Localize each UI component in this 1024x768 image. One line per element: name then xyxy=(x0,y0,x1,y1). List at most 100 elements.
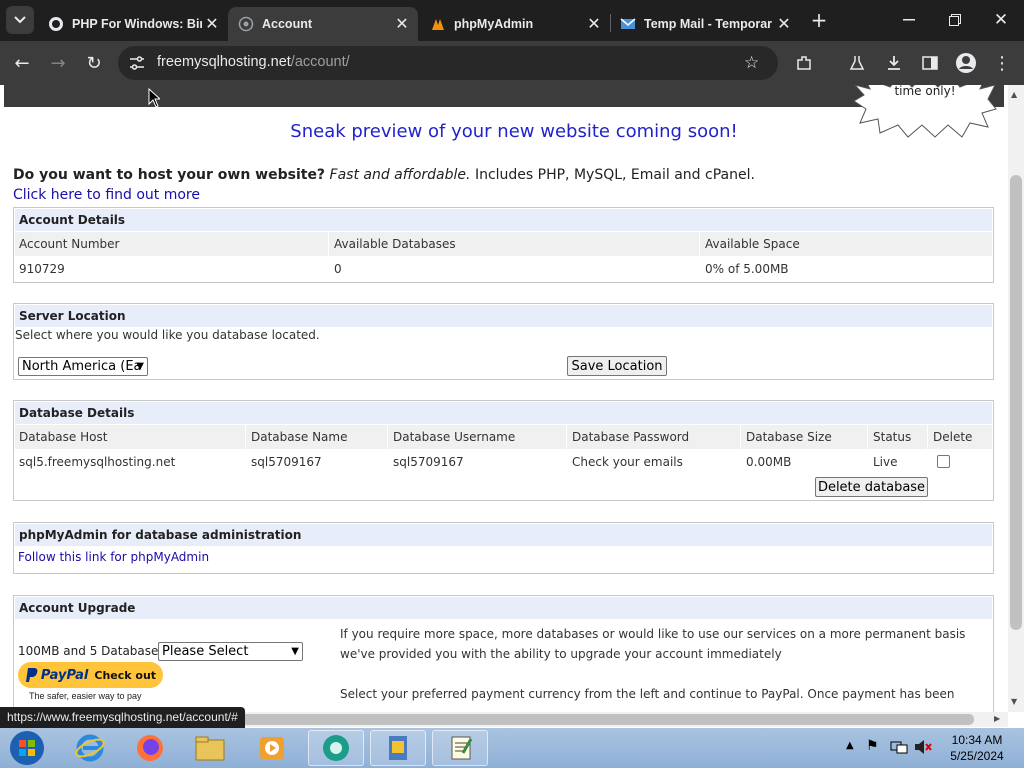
find-out-more-link[interactable]: Click here to find out more xyxy=(13,187,200,203)
tab-account[interactable]: Account ✕ xyxy=(228,7,418,41)
header-database-name: Database Name xyxy=(247,425,388,449)
php-icon xyxy=(48,16,64,32)
header-available-databases: Available Databases xyxy=(330,232,700,256)
upgrade-plan-label: 100MB and 5 Databases xyxy=(18,644,165,658)
bookmark-star-icon[interactable]: ☆ xyxy=(744,53,759,73)
header-database-host: Database Host xyxy=(15,425,246,449)
taskbar-clock[interactable]: 10:34 AM 5/25/2024 xyxy=(940,732,1014,764)
database-name: sql5709167 xyxy=(251,455,322,469)
taskbar-chrome-active[interactable] xyxy=(308,730,364,766)
header-database-password: Database Password xyxy=(568,425,741,449)
tab-temp-mail[interactable]: Temp Mail - Temporar ✕ xyxy=(610,7,800,41)
network-icon[interactable] xyxy=(890,739,908,759)
database-row: sql5.freemysqlhosting.net sql5709167 sql… xyxy=(15,450,992,474)
taskbar-media-player[interactable] xyxy=(244,730,300,766)
clock-date: 5/25/2024 xyxy=(950,749,1004,763)
restore-icon[interactable] xyxy=(941,6,969,34)
taskbar-internet-explorer[interactable] xyxy=(62,730,118,766)
database-details-heading: Database Details xyxy=(15,402,992,424)
delete-database-button[interactable]: Delete database xyxy=(815,477,928,497)
vertical-scroll-thumb[interactable] xyxy=(1010,175,1022,630)
account-upgrade-heading: Account Upgrade xyxy=(15,597,992,619)
chevron-down-icon: ▼ xyxy=(291,646,299,657)
server-location-select[interactable]: North America (Ea ▼ xyxy=(18,357,148,376)
profile-avatar-icon[interactable] xyxy=(952,49,980,77)
upgrade-currency-select[interactable]: Please Select ▼ xyxy=(158,642,303,661)
taskbar-file-explorer[interactable] xyxy=(182,730,238,766)
tab-search-button[interactable] xyxy=(6,6,34,34)
tab-php-for-windows[interactable]: PHP For Windows: Bin ✕ xyxy=(38,7,228,41)
internet-explorer-icon xyxy=(75,734,105,762)
available-databases: 0 xyxy=(334,262,342,276)
back-icon[interactable]: ← xyxy=(8,49,36,77)
close-tab-icon[interactable]: ✕ xyxy=(392,14,412,34)
header-database-username: Database Username xyxy=(389,425,567,449)
windows-logo-icon xyxy=(10,731,44,765)
reload-icon[interactable]: ↻ xyxy=(80,49,108,77)
taskbar-notepad[interactable] xyxy=(432,730,488,766)
start-button[interactable] xyxy=(0,730,54,766)
chevron-down-icon xyxy=(14,16,26,24)
phpmyadmin-icon xyxy=(430,16,446,32)
site-info-icon[interactable] xyxy=(129,55,145,74)
show-hidden-icons[interactable]: ▲ xyxy=(846,740,854,751)
database-size: 0.00MB xyxy=(746,455,792,469)
phpmyadmin-link[interactable]: Follow this link for phpMyAdmin xyxy=(15,547,992,571)
page-viewport: for limited time only! Sneak preview of … xyxy=(0,85,1008,712)
taskbar-firefox[interactable] xyxy=(122,730,178,766)
sneak-preview-heading: Sneak preview of your new website coming… xyxy=(290,121,738,142)
new-tab-icon[interactable]: + xyxy=(805,6,833,34)
address-bar[interactable]: freemysqlhosting.net/account/ ☆ xyxy=(118,46,778,80)
upgrade-select-value: Please Select xyxy=(162,644,249,659)
minimize-icon[interactable] xyxy=(895,6,923,34)
database-password: Check your emails xyxy=(572,455,683,469)
starburst-line-2: time only! xyxy=(894,85,955,98)
tab-phpmyadmin[interactable]: phpMyAdmin ✕ xyxy=(420,7,610,41)
host-question: Do you want to host your own website? xyxy=(13,167,326,183)
url-text[interactable]: freemysqlhosting.net/account/ xyxy=(157,54,350,70)
action-center-flag-icon[interactable]: ⚑ xyxy=(866,738,879,754)
close-tab-icon[interactable]: ✕ xyxy=(774,14,794,34)
phpmyadmin-panel: phpMyAdmin for database administration F… xyxy=(13,522,994,574)
media-player-icon xyxy=(260,737,284,759)
volume-muted-icon[interactable] xyxy=(914,739,932,759)
header-database-size: Database Size xyxy=(742,425,868,449)
close-tab-icon[interactable]: ✕ xyxy=(202,14,222,34)
account-number: 910729 xyxy=(19,262,65,276)
account-details-row: 910729 0 0% of 5.00MB xyxy=(15,257,992,281)
server-location-panel: Server Location Select where you would l… xyxy=(13,303,994,380)
paypal-checkout-label: Check out xyxy=(94,668,157,682)
taskbar-installer[interactable] xyxy=(370,730,426,766)
folder-icon xyxy=(195,736,225,761)
host-promo-text: Do you want to host your own website? Fa… xyxy=(13,167,755,183)
paypal-checkout-button[interactable]: PayPal Check out xyxy=(18,662,163,688)
scroll-up-arrow-icon[interactable]: ▲ xyxy=(1011,90,1017,99)
extensions-icon[interactable] xyxy=(790,49,818,77)
phpmyadmin-heading: phpMyAdmin for database administration xyxy=(15,524,992,546)
upgrade-info-text: If you require more space, more database… xyxy=(340,627,966,661)
upgrade-payment-text: Select your preferred payment currency f… xyxy=(340,687,955,701)
delete-checkbox[interactable] xyxy=(937,455,950,468)
labs-flask-icon[interactable] xyxy=(843,49,871,77)
tab-strip: PHP For Windows: Bin ✕ Account ✕ phpMyAd… xyxy=(0,0,1024,41)
available-space: 0% of 5.00MB xyxy=(705,262,789,276)
database-status: Live xyxy=(873,455,898,469)
url-host: freemysqlhosting.net xyxy=(157,54,291,70)
scroll-down-arrow-icon[interactable]: ▼ xyxy=(1011,697,1017,706)
save-location-button[interactable]: Save Location xyxy=(567,356,667,376)
close-tab-icon[interactable]: ✕ xyxy=(584,14,604,34)
mouse-cursor-icon xyxy=(148,88,160,108)
menu-kebab-icon[interactable]: ⋮ xyxy=(988,49,1016,77)
notepad-icon xyxy=(451,736,473,760)
database-details-header-row: Database Host Database Name Database Use… xyxy=(15,425,992,449)
account-details-heading: Account Details xyxy=(15,209,992,231)
browser-app-icon xyxy=(323,735,349,761)
url-path: /account/ xyxy=(290,54,350,70)
side-panel-icon[interactable] xyxy=(916,49,944,77)
close-window-icon[interactable]: ✕ xyxy=(987,6,1015,34)
server-location-heading: Server Location xyxy=(15,305,992,327)
header-account-number: Account Number xyxy=(15,232,329,256)
download-icon[interactable] xyxy=(880,49,908,77)
scroll-right-arrow-icon[interactable]: ▶ xyxy=(994,714,1000,723)
forward-icon[interactable]: → xyxy=(44,49,72,77)
